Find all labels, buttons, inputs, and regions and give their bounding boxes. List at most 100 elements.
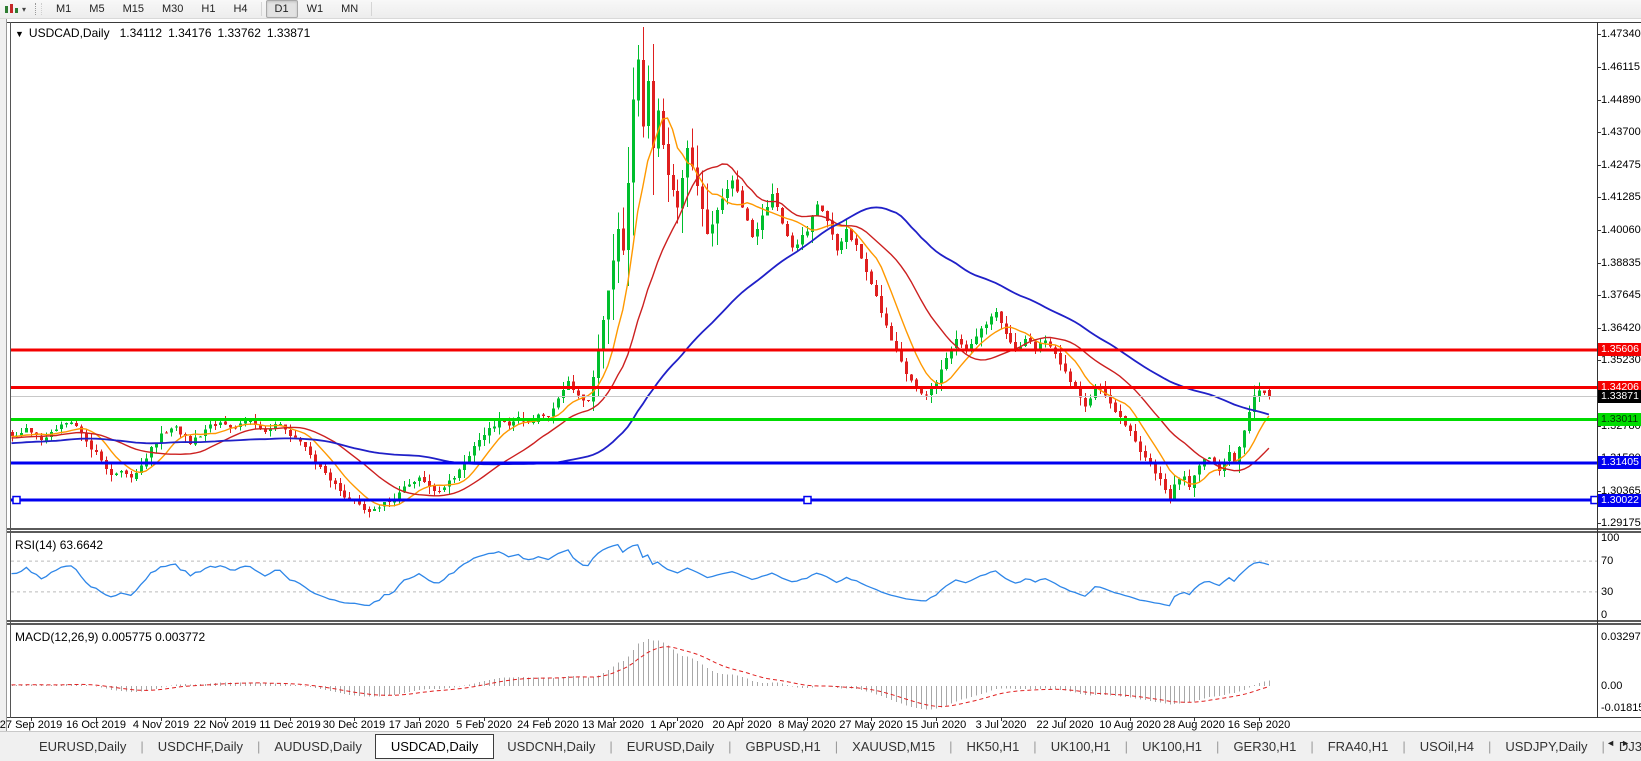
chart-tab-eurusd-daily[interactable]: EURUSD,Daily (26, 736, 139, 757)
chart-window: ▼ USDCAD,Daily 1.34112 1.34176 1.33762 1.3387… (6, 19, 1641, 731)
toolbar-separator (261, 2, 262, 16)
price-tick-label: 1.42475 (1601, 159, 1641, 171)
chart-top-border (7, 22, 1641, 23)
macd-name: MACD(12,26,9) (15, 630, 98, 644)
macd-scale-label: 0.032972 (1601, 631, 1641, 643)
collapse-triangle-icon[interactable]: ▼ (15, 29, 24, 39)
plot-left-border (10, 22, 11, 718)
price-tick-label: 1.40060 (1601, 224, 1641, 236)
chart-tab-usdjpy-daily[interactable]: USDJPY,Daily (1492, 736, 1600, 757)
price-level-label: 1.35606 (1598, 343, 1641, 356)
chart-symbol: USDCAD,Daily (29, 26, 110, 40)
time-tick-label: 20 Apr 2020 (712, 719, 771, 731)
time-tick-label: 13 Mar 2020 (582, 719, 644, 731)
chart-tab-ger30-h1[interactable]: GER30,H1 (1220, 736, 1309, 757)
chart-tab-fra40-h1[interactable]: FRA40,H1 (1315, 736, 1402, 757)
price-tick-label: 1.41285 (1601, 191, 1641, 203)
timeframe-button-W1[interactable]: W1 (298, 0, 333, 18)
chart-tab-bar: EURUSD,Daily|USDCHF,Daily|AUDUSD,DailyUS… (0, 731, 1641, 761)
macd-scale-label: -0.018154 (1601, 702, 1641, 714)
timeframe-button-H4[interactable]: H4 (224, 0, 256, 18)
timeframe-button-M1[interactable]: M1 (47, 0, 80, 18)
rsi-pane-label: RSI(14) 63.6642 (15, 538, 103, 552)
time-tick-label: 17 Jan 2020 (389, 719, 450, 731)
time-tick-label: 11 Dec 2019 (259, 719, 321, 731)
rsi-scale-label: 70 (1601, 555, 1613, 567)
chart-tab-audusd-daily[interactable]: AUDUSD,Daily (261, 736, 374, 757)
tab-scroll-right-icon[interactable]: ► (1621, 738, 1636, 748)
chart-tab-usoil-h4[interactable]: USOil,H4 (1407, 736, 1487, 757)
time-tick-label: 10 Aug 2020 (1099, 719, 1161, 731)
macd-values: 0.005775 0.003772 (102, 630, 205, 644)
chart-tab-hk50-h1[interactable]: HK50,H1 (954, 736, 1033, 757)
macd-pane-label: MACD(12,26,9) 0.005775 0.003772 (15, 630, 205, 644)
chart-tab-gbpusd-h1[interactable]: GBPUSD,H1 (733, 736, 834, 757)
time-tick-label: 4 Nov 2019 (133, 719, 189, 731)
timeframe-button-D1[interactable]: D1 (266, 0, 298, 18)
chart-tab-uk100-h1[interactable]: UK100,H1 (1129, 736, 1215, 757)
rsi-scale-label: 100 (1601, 532, 1619, 544)
price-tick-label: 1.29175 (1601, 517, 1641, 529)
price-level-label: 1.33011 (1598, 413, 1641, 426)
chart-tab-xauusd-m15[interactable]: XAUUSD,M15 (839, 736, 948, 757)
time-tick-label: 24 Feb 2020 (517, 719, 579, 731)
time-tick-label: 22 Jul 2020 (1037, 719, 1094, 731)
chart-tab-usdcad-daily[interactable]: USDCAD,Daily (375, 734, 494, 759)
time-tick-label: 16 Oct 2019 (66, 719, 126, 731)
price-tick-label: 1.43700 (1601, 126, 1641, 138)
rsi-macd-splitter-a[interactable] (7, 620, 1641, 622)
timeframe-button-M15[interactable]: M15 (114, 0, 153, 18)
quote-high: 1.34176 (168, 26, 211, 40)
chart-period-icon[interactable] (3, 2, 21, 16)
price-level-label: 1.33871 (1598, 390, 1641, 403)
time-tick-label: 30 Dec 2019 (323, 719, 385, 731)
chart-tab-uk100-h1[interactable]: UK100,H1 (1038, 736, 1124, 757)
timeframe-button-M30[interactable]: M30 (153, 0, 192, 18)
price-level-label: 1.31405 (1598, 456, 1641, 469)
timeframe-button-M5[interactable]: M5 (80, 0, 113, 18)
quote-open: 1.34112 (120, 26, 163, 40)
price-rsi-splitter-b[interactable] (7, 531, 1641, 533)
toolbar-grip[interactable] (35, 3, 42, 15)
chevron-down-icon[interactable]: ▾ (22, 5, 26, 14)
quote-close: 1.33871 (267, 26, 310, 40)
time-tick-label: 22 Nov 2019 (194, 719, 256, 731)
chart-bottom-border (7, 717, 1641, 718)
chart-tab-usdchf-daily[interactable]: USDCHF,Daily (145, 736, 256, 757)
time-tick-label: 15 Jun 2020 (906, 719, 967, 731)
price-tick-label: 1.36420 (1601, 322, 1641, 334)
time-tick-label: 16 Sep 2020 (1228, 719, 1290, 731)
rsi-macd-splitter-b[interactable] (7, 623, 1641, 625)
timeframe-buttons: M1M5M15M30H1H4 D1W1MN (47, 0, 376, 18)
timeframe-button-MN[interactable]: MN (332, 0, 367, 18)
rsi-scale-label: 0 (1601, 609, 1607, 621)
price-tick-label: 1.37645 (1601, 289, 1641, 301)
rsi-name: RSI(14) (15, 538, 56, 552)
macd-scale-label: 0.00 (1601, 680, 1622, 692)
time-tick-label: 1 Apr 2020 (650, 719, 703, 731)
rsi-value: 63.6642 (60, 538, 103, 552)
time-tick-label: 8 May 2020 (778, 719, 835, 731)
rsi-scale-label: 30 (1601, 586, 1613, 598)
quote-low: 1.33762 (218, 26, 261, 40)
price-tick-label: 1.46115 (1601, 61, 1640, 73)
time-tick-label: 27 May 2020 (839, 719, 903, 731)
time-tick-label: 3 Jul 2020 (976, 719, 1027, 731)
period-toolbar: ▾ M1M5M15M30H1H4 D1W1MN (0, 0, 1641, 19)
time-tick-label: 28 Aug 2020 (1163, 719, 1225, 731)
time-tick-label: 27 Sep 2019 (0, 719, 62, 731)
price-tick-label: 1.38835 (1601, 257, 1641, 269)
price-tick-label: 1.44890 (1601, 94, 1641, 106)
tab-scroll-arrows: ◄► (1606, 738, 1636, 748)
timeframe-button-H1[interactable]: H1 (192, 0, 224, 18)
mt4-window: ▾ M1M5M15M30H1H4 D1W1MN ▼ USDCAD,Daily 1.34… (0, 0, 1641, 761)
chart-tab-usdcnh-daily[interactable]: USDCNH,Daily (494, 736, 608, 757)
price-axis-border (1597, 22, 1598, 718)
tab-scroll-left-icon[interactable]: ◄ (1606, 738, 1621, 748)
toolbar-separator (371, 2, 372, 16)
time-tick-label: 5 Feb 2020 (456, 719, 512, 731)
chart-tab-eurusd-daily[interactable]: EURUSD,Daily (614, 736, 727, 757)
price-tick-label: 1.47340 (1601, 28, 1641, 40)
chart-title: ▼ USDCAD,Daily 1.34112 1.34176 1.33762 1.3387… (15, 26, 316, 40)
price-rsi-splitter-a[interactable] (7, 528, 1641, 530)
